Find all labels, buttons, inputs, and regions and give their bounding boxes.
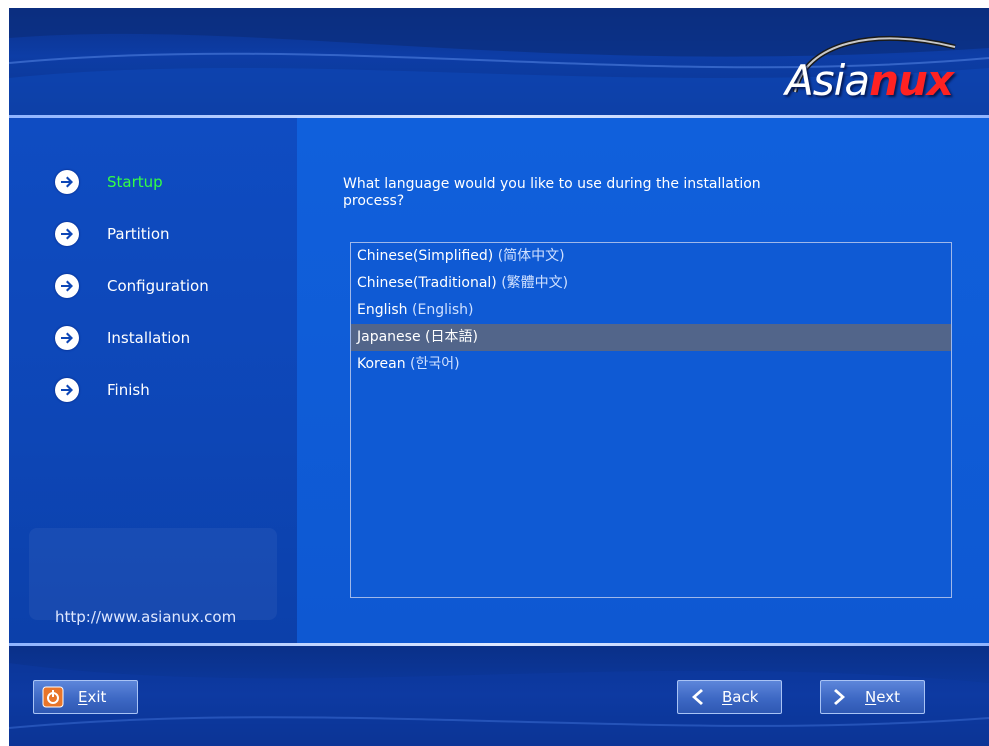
arrow-circle-right-icon: [55, 326, 79, 350]
step-installation: Installation: [55, 326, 190, 350]
language-name: Japanese: [357, 329, 421, 345]
language-name: Chinese(Traditional): [357, 275, 497, 291]
next-label-rest: ext: [876, 688, 900, 706]
language-name: Chinese(Simplified): [357, 248, 494, 264]
arrow-circle-right-icon: [55, 378, 79, 402]
language-option-chinese-traditional-[interactable]: Chinese(Traditional) (繁體中文): [351, 270, 951, 297]
language-native-name: (한국어): [410, 356, 460, 372]
step-finish: Finish: [55, 378, 150, 402]
footer-bar: Exit Back Next: [9, 643, 989, 746]
installer-window: Asianux Startup Partition Configuration Ins…: [9, 8, 989, 746]
sidebar-decoration: [29, 528, 277, 620]
arrow-circle-right-icon: [55, 170, 79, 194]
steps-sidebar: Startup Partition Configuration Installatio…: [9, 118, 297, 643]
step-label: Installation: [107, 329, 191, 347]
header-banner: Asianux: [9, 8, 989, 115]
exit-button[interactable]: Exit: [33, 680, 138, 714]
language-name: Korean: [357, 356, 406, 372]
language-native-name: (繁體中文): [501, 275, 569, 291]
step-label: Partition: [107, 225, 170, 243]
language-option-chinese-simplified-[interactable]: Chinese(Simplified) (简体中文): [351, 243, 951, 270]
language-native-name: (日本語): [425, 329, 478, 345]
language-option-korean[interactable]: Korean (한국어): [351, 351, 951, 378]
language-native-name: (English): [412, 302, 474, 318]
back-accesskey: B: [722, 688, 733, 706]
asianux-logo: Asianux: [765, 22, 975, 105]
power-icon: [40, 684, 66, 710]
logo-text-accent: nux: [869, 56, 954, 105]
language-option-english[interactable]: English (English): [351, 297, 951, 324]
arrow-circle-right-icon: [55, 222, 79, 246]
next-button[interactable]: Next: [820, 680, 925, 714]
back-button[interactable]: Back: [677, 680, 782, 714]
language-option-japanese[interactable]: Japanese (日本語): [351, 324, 951, 351]
language-question: What language would you like to use duri…: [343, 176, 761, 209]
step-label: Configuration: [107, 277, 209, 295]
back-label-rest: ack: [732, 688, 759, 706]
step-startup: Startup: [55, 170, 163, 194]
step-partition: Partition: [55, 222, 170, 246]
step-label: Startup: [107, 173, 163, 191]
step-configuration: Configuration: [55, 274, 209, 298]
language-name: English: [357, 302, 408, 318]
arrow-right-icon: [827, 684, 853, 710]
next-accesskey: N: [865, 688, 877, 706]
language-native-name: (简体中文): [497, 248, 565, 264]
exit-label-rest: xit: [87, 688, 107, 706]
step-label: Finish: [107, 381, 150, 399]
website-url: http://www.asianux.com: [55, 608, 237, 626]
logo-text-main: Asia: [785, 56, 870, 105]
language-selection-panel: What language would you like to use duri…: [297, 118, 989, 643]
arrow-left-icon: [684, 684, 710, 710]
arrow-circle-right-icon: [55, 274, 79, 298]
language-listbox[interactable]: Chinese(Simplified) (简体中文) Chinese(Tradit…: [350, 242, 952, 598]
